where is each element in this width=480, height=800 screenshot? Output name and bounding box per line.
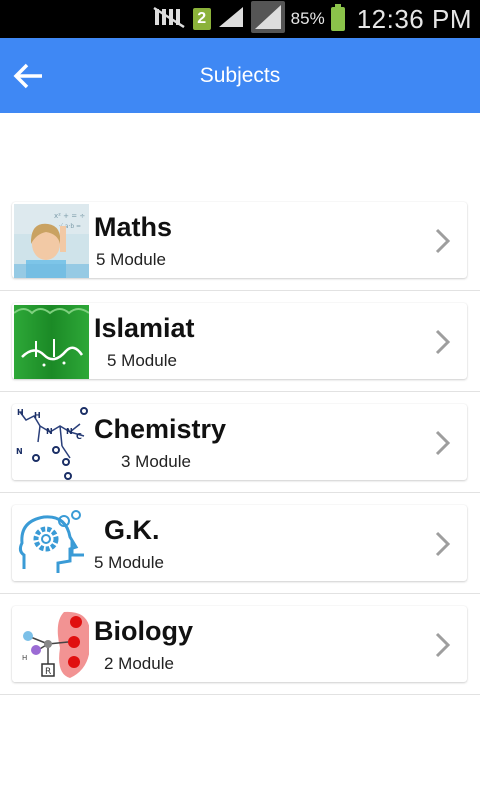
subject-module-count: 5 Module	[107, 351, 177, 370]
svg-text:N: N	[46, 427, 53, 436]
list-item: R H Biology 2 Module	[0, 594, 480, 695]
subject-card-biology[interactable]: R H Biology 2 Module	[12, 606, 467, 682]
page-title: Subjects	[199, 64, 281, 87]
svg-text:C: C	[76, 432, 82, 441]
chevron-right-icon	[435, 632, 451, 658]
amino-acid-diagram-image: R H	[14, 608, 89, 682]
signal-icon	[217, 5, 245, 34]
subject-card-gk[interactable]: G.K. 5 Module	[12, 505, 467, 581]
subject-card-chemistry[interactable]: H H N N N C Chemistry 3 Module	[12, 404, 467, 480]
sim-icon: 2	[192, 8, 211, 30]
app-bar: Subjects	[0, 38, 480, 113]
svg-text:R: R	[45, 667, 51, 677]
mute-icon	[153, 6, 187, 33]
subject-title: Maths	[94, 212, 173, 242]
molecule-structure-image: H H N N N C	[14, 406, 89, 480]
subject-module-count: 3 Module	[121, 452, 191, 471]
svg-text:N: N	[16, 447, 23, 456]
signal-icon-secondary	[250, 0, 285, 38]
clock: 12:36 PM	[356, 3, 472, 34]
subject-title: G.K.	[104, 515, 160, 545]
subject-module-count: 5 Module	[94, 553, 164, 572]
subject-card-maths[interactable]: x² + = ÷ √ a·b = Maths 5 Module	[12, 202, 467, 278]
status-bar: 2 85% 12:36 PM	[0, 0, 480, 38]
list-item: G.K. 5 Module	[0, 493, 480, 594]
islamic-calligraphy-image	[14, 305, 89, 379]
subject-title: Biology	[94, 616, 193, 646]
subject-module-count: 5 Module	[96, 250, 166, 269]
svg-text:N: N	[66, 427, 73, 436]
list-item: Islamiat 5 Module	[0, 291, 480, 392]
child-chalkboard-image: x² + = ÷ √ a·b =	[14, 204, 89, 278]
svg-text:H: H	[34, 411, 41, 420]
chevron-right-icon	[435, 329, 451, 355]
chevron-right-icon	[435, 430, 451, 456]
head-gears-image	[14, 507, 89, 581]
subject-card-islamiat[interactable]: Islamiat 5 Module	[12, 303, 467, 379]
subject-title: Chemistry	[94, 414, 227, 444]
subject-title: Islamiat	[94, 313, 195, 343]
subject-module-count: 2 Module	[104, 654, 174, 673]
list-item: x² + = ÷ √ a·b = Maths 5 Module	[0, 190, 480, 291]
status-icons: 2 85% 12:36 PM	[153, 0, 472, 38]
battery-icon	[330, 4, 345, 31]
svg-text:x² + = ÷: x² + = ÷	[54, 212, 85, 220]
svg-text:H: H	[17, 408, 24, 417]
subject-list: x² + = ÷ √ a·b = Maths 5 Module Islamiat…	[0, 190, 480, 695]
list-item: H H N N N C Chemistry 3 Module	[0, 392, 480, 493]
arrow-left-icon	[13, 63, 42, 89]
chevron-right-icon	[435, 228, 451, 254]
svg-text:H: H	[22, 654, 27, 662]
battery-percent: 85%	[290, 9, 325, 28]
back-button[interactable]	[8, 56, 48, 96]
chevron-right-icon	[435, 531, 451, 557]
